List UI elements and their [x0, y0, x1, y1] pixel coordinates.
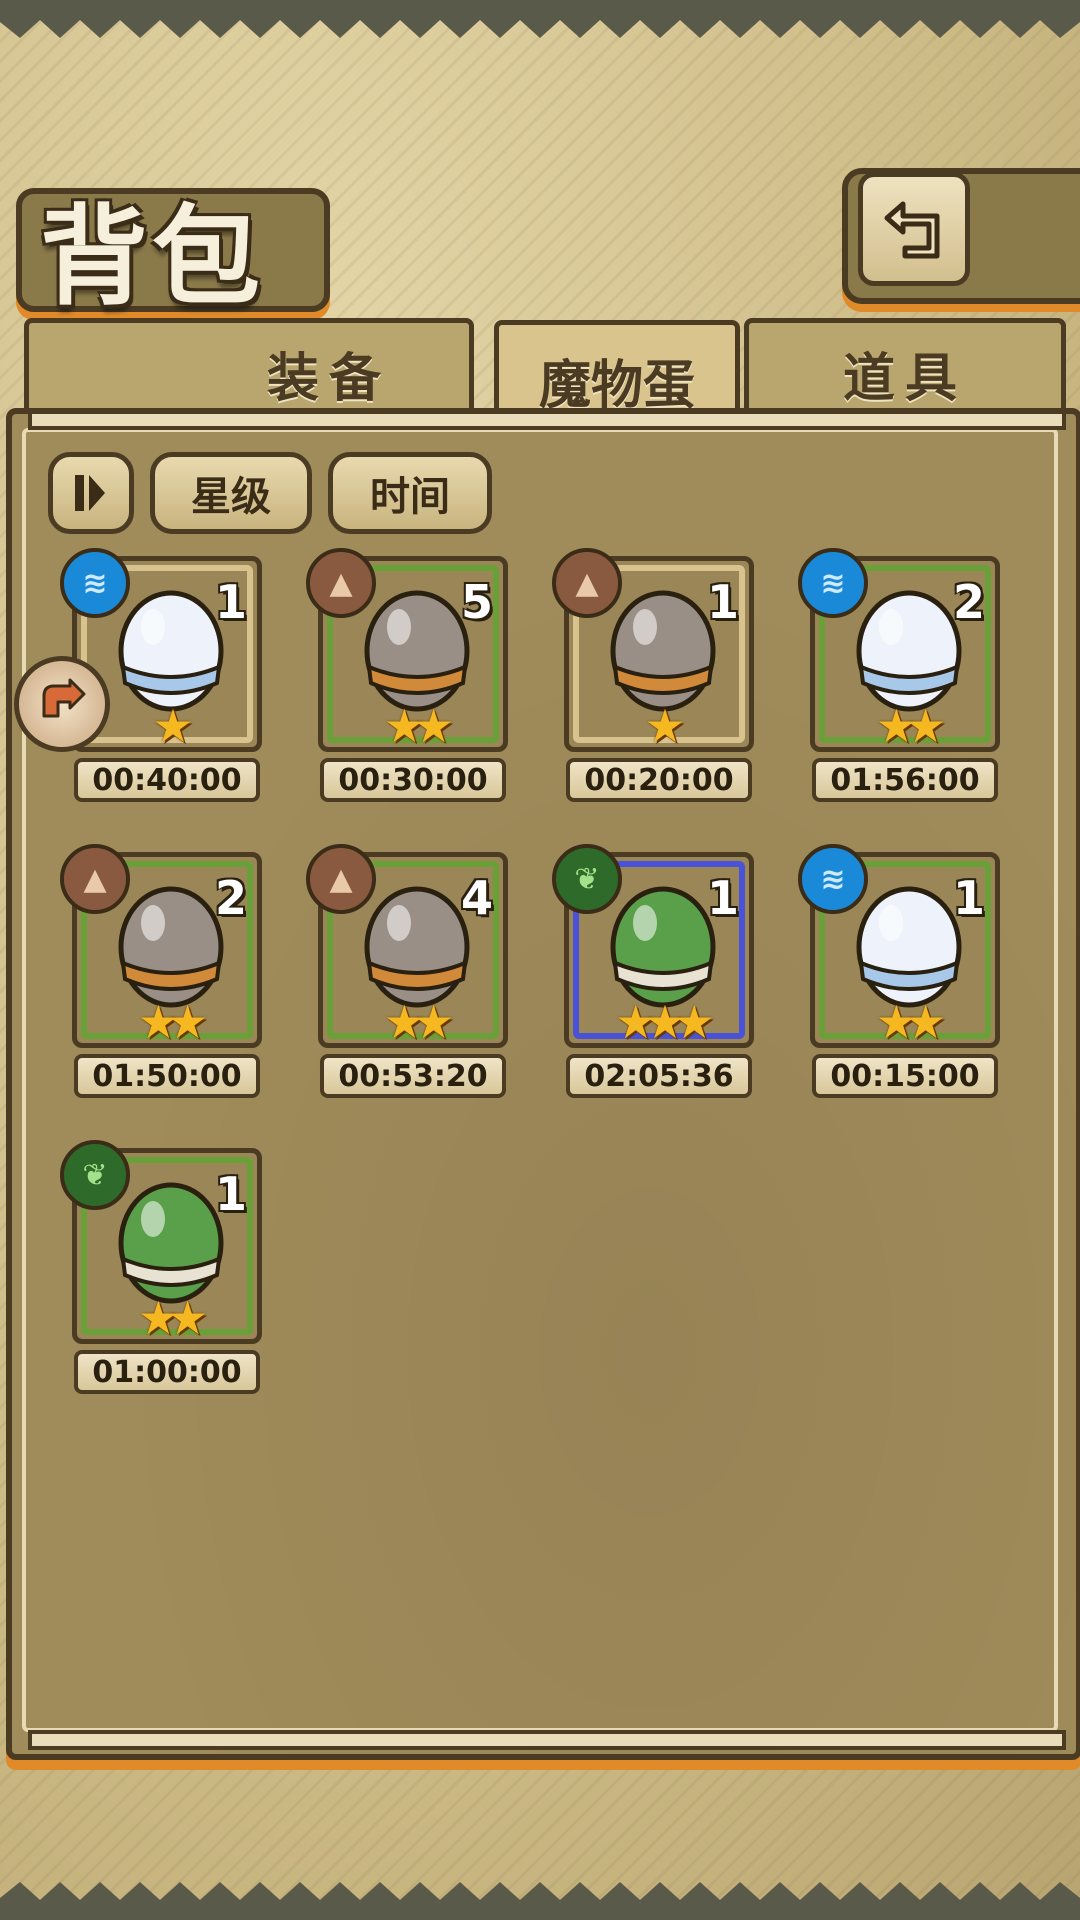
star-rating: ★★: [875, 995, 946, 1049]
tab-monster-eggs-label: 魔物蛋: [538, 355, 695, 416]
wood-element-icon: ❦: [552, 844, 622, 914]
star-rating: ★: [644, 699, 685, 753]
egg-count: 1: [214, 1167, 247, 1221]
earth-element-icon: ▲: [306, 844, 376, 914]
earth-element-icon: ▲: [552, 548, 622, 618]
egg-count: 1: [706, 575, 739, 629]
earth-element-icon: ▲: [306, 548, 376, 618]
sort-by-star-label: 星级: [191, 474, 271, 520]
panel-top-rail: [28, 410, 1066, 430]
egg-count: 1: [706, 871, 739, 925]
top-torn-edge: [0, 0, 1080, 38]
water-element-icon: ≋: [798, 844, 868, 914]
sort-by-star-button[interactable]: 星级: [150, 452, 312, 534]
egg-count: 2: [214, 871, 247, 925]
sort-by-time-label: 时间: [370, 474, 450, 520]
star-rating: ★★: [383, 699, 454, 753]
star-rating: ★★: [383, 995, 454, 1049]
back-button[interactable]: [858, 172, 970, 286]
egg-count: 4: [460, 871, 493, 925]
wood-element-icon: ❦: [60, 1140, 130, 1210]
star-rating: ★★: [137, 995, 208, 1049]
egg-count: 1: [952, 871, 985, 925]
sort-toggle-button[interactable]: [48, 452, 134, 534]
water-element-icon: ≋: [60, 548, 130, 618]
star-rating: ★★: [875, 699, 946, 753]
page-title: 背包: [40, 194, 265, 320]
panel-bottom-rail: [28, 1730, 1066, 1750]
egg-count: 2: [952, 575, 985, 629]
sort-toggle-icon: [75, 475, 105, 511]
water-element-icon: ≋: [798, 548, 868, 618]
tab-equipment-label: 装备: [266, 348, 391, 409]
curved-arrow-icon: [42, 678, 86, 718]
bottom-torn-edge: [0, 1882, 1080, 1920]
earth-element-icon: ▲: [60, 844, 130, 914]
tab-items-label: 道具: [842, 348, 967, 409]
star-rating: ★★: [137, 1291, 208, 1345]
egg-count: 5: [460, 575, 493, 629]
egg-count: 1: [214, 575, 247, 629]
sort-by-time-button[interactable]: 时间: [328, 452, 492, 534]
star-rating: ★★★: [615, 995, 715, 1049]
side-expand-button[interactable]: [14, 656, 110, 752]
return-arrow-icon: [884, 201, 940, 259]
